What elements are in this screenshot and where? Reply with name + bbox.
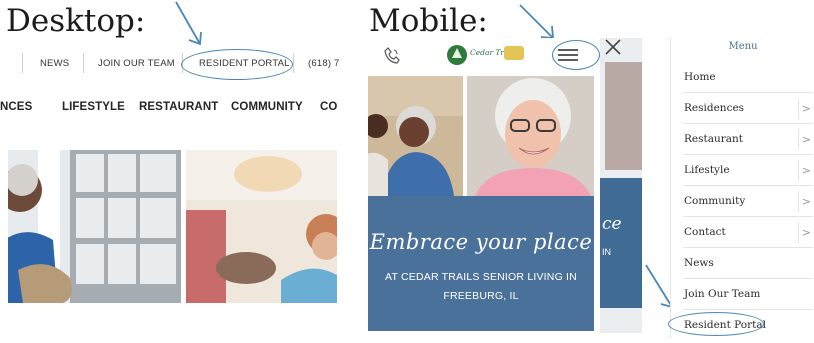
menu-item-label: Join Our Team <box>684 288 761 300</box>
menu-item-join-our-team[interactable]: Join Our Team <box>683 279 813 310</box>
desktop-main-nav: NCES LIFESTYLE RESTAURANT COMMUNITY CO <box>0 98 340 118</box>
nav-news-link[interactable]: NEWS <box>40 58 69 69</box>
resident-portal-highlight-oval <box>181 49 293 80</box>
chevron-right-icon[interactable]: > <box>798 160 811 181</box>
nav-phone-link[interactable]: (618) 7 <box>308 58 340 69</box>
mobile-caption: Mobile: <box>369 3 488 39</box>
nav-divider <box>293 53 294 73</box>
logo-badge <box>504 46 524 60</box>
background-hero-tagline: ce <box>602 214 622 234</box>
chevron-right-icon[interactable]: > <box>798 222 811 243</box>
menu-item-home[interactable]: Home <box>683 62 813 93</box>
mobile-menu-panel: Menu Home Residences > Restaurant > Life… <box>670 38 814 338</box>
mobile-photo-residents-left <box>368 76 463 196</box>
nav-contact-link[interactable]: CO <box>320 101 337 113</box>
mobile-hero-banner: Embrace your place AT CEDAR TRAILS SENIO… <box>368 196 594 331</box>
menu-item-label: News <box>684 257 714 269</box>
menu-item-label: Community <box>684 195 746 207</box>
background-photo <box>605 62 642 170</box>
menu-title: Menu <box>728 41 758 52</box>
hamburger-highlight-oval <box>552 40 600 70</box>
hero-tagline: Embrace your place <box>369 230 593 254</box>
cedar-trails-logo[interactable]: Cedar Trails <box>446 44 526 66</box>
nav-residences-link[interactable]: NCES <box>0 101 32 113</box>
menu-item-lifestyle[interactable]: Lifestyle > <box>683 155 813 186</box>
nav-divider <box>83 53 84 73</box>
menu-item-residences[interactable]: Residences > <box>683 93 813 124</box>
nav-restaurant-link[interactable]: RESTAURANT <box>139 101 218 113</box>
menu-item-label: Restaurant <box>684 133 744 145</box>
menu-item-label: Home <box>684 71 716 83</box>
nav-community-link[interactable]: COMMUNITY <box>231 101 303 113</box>
desktop-hero-photo-right <box>186 150 337 303</box>
nav-join-our-team-link[interactable]: JOIN OUR TEAM <box>98 58 175 69</box>
resident-portal-menu-highlight-oval <box>668 312 764 336</box>
menu-item-restaurant[interactable]: Restaurant > <box>683 124 813 155</box>
logo-tree-icon <box>447 45 467 65</box>
annotation-arrow-desktop <box>175 1 202 46</box>
menu-item-label: Residences <box>684 102 745 114</box>
chevron-right-icon[interactable]: > <box>798 191 811 212</box>
desktop-hero-photo-left <box>8 150 181 303</box>
phone-icon[interactable] <box>384 47 400 64</box>
menu-item-news[interactable]: News <box>683 248 813 279</box>
mobile-photo-resident-smiling <box>467 76 594 196</box>
menu-item-contact[interactable]: Contact > <box>683 217 813 248</box>
mobile-background-screen: ce IN <box>600 38 642 333</box>
menu-item-community[interactable]: Community > <box>683 186 813 217</box>
desktop-caption: Desktop: <box>6 3 146 39</box>
mobile-screen: Cedar Trails Embrace your place AT CEDAR… <box>368 38 598 333</box>
background-hero-banner: ce IN <box>600 178 642 308</box>
chevron-right-icon[interactable]: > <box>798 129 811 150</box>
chevron-right-icon[interactable]: > <box>798 98 811 119</box>
hero-subtitle: AT CEDAR TRAILS SENIOR LIVING IN FREEBUR… <box>385 271 577 302</box>
nav-divider <box>22 53 23 73</box>
menu-item-label: Lifestyle <box>684 164 730 176</box>
close-icon[interactable] <box>603 38 623 56</box>
background-hero-subtitle: IN <box>602 247 611 257</box>
menu-item-label: Contact <box>684 226 726 238</box>
nav-lifestyle-link[interactable]: LIFESTYLE <box>62 101 125 113</box>
